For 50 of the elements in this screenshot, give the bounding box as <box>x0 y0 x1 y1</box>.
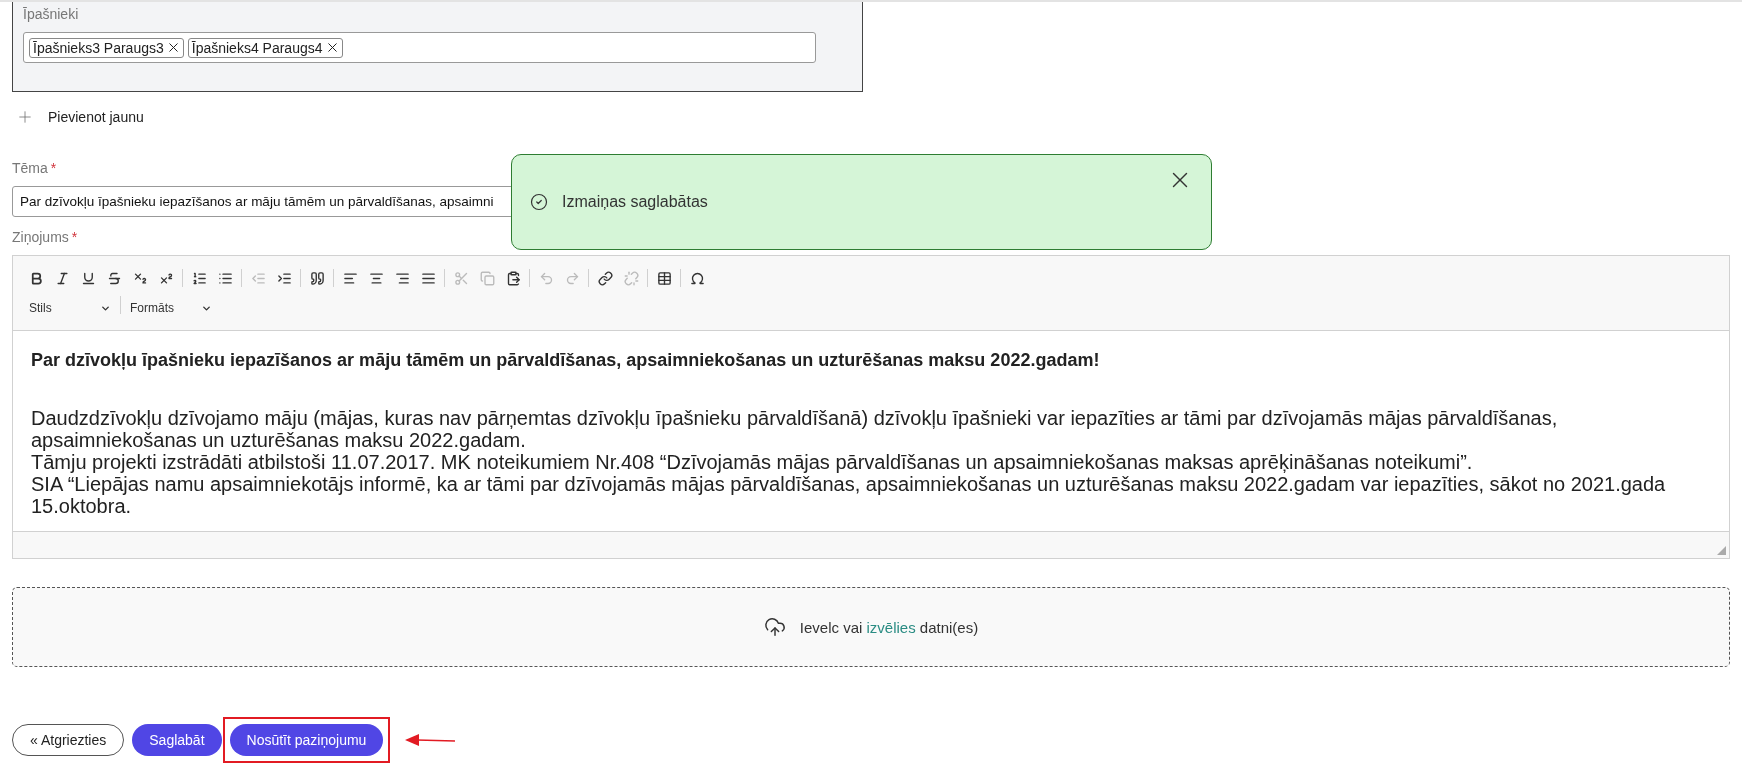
send-button[interactable]: Nosūtīt paziņojumu <box>229 724 384 756</box>
bulleted-list-icon <box>217 270 233 286</box>
file-dropzone[interactable]: Ievelc vai izvēlies datni(es) <box>12 587 1730 667</box>
dropzone-text: Ievelc vai izvēlies datni(es) <box>799 618 979 636</box>
underline-icon <box>80 270 96 286</box>
special-char-icon <box>689 270 705 286</box>
upload-cloud-icon <box>763 616 786 638</box>
field-label: Tēma <box>12 160 48 176</box>
table-icon <box>656 270 672 286</box>
field-label: Ziņojums <box>12 229 69 245</box>
toast-message: Izmaiņas saglabātas <box>562 193 708 211</box>
subscript-icon <box>132 270 148 286</box>
unlink-icon <box>623 270 639 286</box>
pointer-arrow <box>405 733 456 747</box>
message-paragraph: Tāmju projekti izstrādāti atbilstoši 11.07.2017. MK noteikumiem Nr.408 “Dzīvojamās mājas pārvaldīšanas un apsaimniekošanas maksas aprēķināšanas noteikumi”. <box>31 451 1474 473</box>
plus-icon <box>16 108 34 126</box>
link-icon <box>597 270 613 286</box>
resize-handle-icon[interactable] <box>1717 546 1726 555</box>
italic-icon <box>54 270 70 286</box>
tag-text: Īpašnieks4 Paraugs4 <box>191 39 323 56</box>
undo-icon <box>538 270 554 286</box>
check-icon <box>530 193 548 211</box>
choose-link[interactable]: izvēlies <box>866 618 916 636</box>
back-button[interactable]: « Atgriezties <box>12 724 125 756</box>
align-left-icon <box>342 270 358 286</box>
required-mark: * <box>71 229 78 245</box>
format-dropdown[interactable]: Formāts <box>124 296 218 320</box>
message-paragraph: Daudzdzīvokļu dzīvojamo māju (mājas, kuras nav pārņemtas dzīvokļu īpašnieku pārvaldīšanā) dzīvokļu īpašnieki var iepazīties ar tāmi par dzīvojamās mājas pārvaldīšanas, apsaimniekošanas un uzturēšanas maksu 2022.gadam. <box>31 407 1559 451</box>
align-right-icon <box>394 270 410 286</box>
superscript-icon <box>158 270 174 286</box>
paste-icon <box>505 270 521 286</box>
tag-text: Īpašnieks3 Paraugs3 <box>33 39 164 56</box>
redo-icon <box>564 270 580 286</box>
add-new-button[interactable]: Pievienot jaunu <box>12 108 148 126</box>
numbered-list-icon <box>191 270 207 286</box>
quote-icon <box>309 270 325 286</box>
align-center-icon <box>368 270 384 286</box>
save-button[interactable]: Saglabāt <box>132 724 222 756</box>
field-label: Īpašnieki <box>23 6 80 22</box>
copy-icon <box>479 270 495 286</box>
strike-icon <box>106 270 122 286</box>
format-dropdown[interactable]: Stils <box>23 296 117 320</box>
required-mark: * <box>50 160 57 176</box>
indent-icon <box>276 270 292 286</box>
message-heading: Par dzīvokļu īpašnieku iepazīšanos ar māju tāmēm un pārvaldīšanas, apsaimniekošanas un uzturēšanas maksu 2022.gadam! <box>31 349 1101 371</box>
message-paragraph: SIA “Liepājas namu apsaimniekotājs informē, ka ar tāmi par dzīvojamās mājas pārvaldīšanas, apsaimniekošanas un uzturēšanas maksu 2022.gadam var iepazīties, sākot no 2021.gada 15.oktobra. <box>31 473 1667 517</box>
owners-field[interactable]: Īpašnieks3 Paraugs3 Īpašnieks4 Paraugs4 <box>23 32 816 63</box>
cut-icon <box>453 270 469 286</box>
align-justify-icon <box>420 270 436 286</box>
outdent-icon <box>250 270 266 286</box>
